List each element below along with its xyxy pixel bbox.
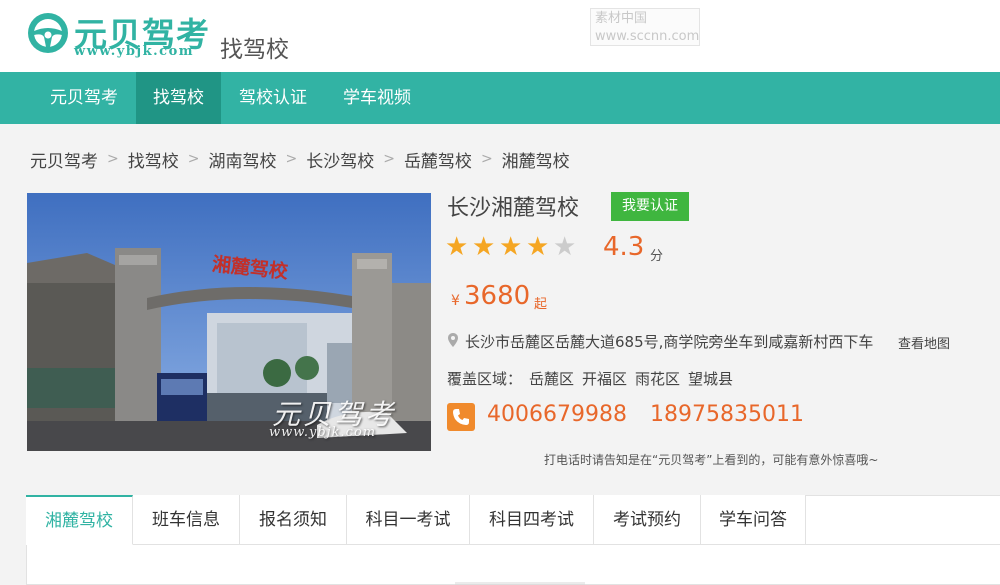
breadcrumb-current[interactable]: 湘麓驾校 (502, 147, 570, 172)
chevron-right-icon: > (383, 151, 395, 167)
watermark-line1: 素材中国 (595, 11, 648, 26)
tab-bar-divider (806, 544, 1000, 545)
breadcrumb-item[interactable]: 元贝驾考 (30, 147, 98, 172)
watermark-line2: www.sccnn.com (595, 29, 700, 44)
chevron-right-icon: > (107, 151, 119, 167)
breadcrumb-item[interactable]: 岳麓驾校 (404, 147, 472, 172)
nav-item-home[interactable]: 元贝驾考 (32, 72, 136, 124)
tab-qa[interactable]: 学车问答 (701, 495, 806, 545)
coverage-label: 覆盖区域： (447, 370, 523, 388)
coverage-areas: 岳麓区 开福区 雨花区 望城县 (529, 368, 741, 389)
nav-item-videos[interactable]: 学车视频 (325, 72, 429, 124)
address: 长沙市岳麓区岳麓大道685号,商学院旁坐车到咸嘉新村西下车 (465, 333, 874, 351)
nav-item-find-school[interactable]: 找驾校 (136, 72, 221, 124)
tab-bar: 湘麓驾校 班车信息 报名须知 科目一考试 科目四考试 考试预约 学车问答 (26, 495, 806, 545)
price-suffix: 起 (534, 297, 548, 312)
chevron-right-icon: > (187, 151, 200, 167)
tab-school[interactable]: 湘麓驾校 (26, 495, 133, 545)
nav-item-certification[interactable]: 驾校认证 (221, 72, 325, 124)
site-logo[interactable]: 元贝驾考 www.ybjk.com (24, 8, 209, 64)
rating-score: 4.3 (603, 232, 645, 262)
tab-enrollment[interactable]: 报名须知 (240, 495, 347, 545)
school-name: 长沙湘麓驾校 (447, 196, 580, 221)
phone-number-secondary[interactable]: 18975835011 (650, 402, 804, 427)
star-icon: ★ (526, 232, 550, 262)
star-icon: ★ (472, 232, 496, 262)
watermark: 素材中国 www.sccnn.com (590, 8, 700, 46)
view-map-link[interactable]: 查看地图 (898, 333, 950, 352)
section-title: 找驾校 (220, 37, 289, 63)
tab-subject-four[interactable]: 科目四考试 (470, 495, 594, 545)
coverage-area: 岳麓区 (529, 370, 575, 388)
tab-shuttle[interactable]: 班车信息 (133, 495, 240, 545)
coverage-area: 望城县 (688, 370, 734, 388)
photo-watermark-url: www.ybjk.com (269, 425, 377, 440)
rating-stars: ★ ★ ★ ★ ★ (445, 232, 580, 262)
coverage-area: 雨花区 (635, 370, 681, 388)
breadcrumb: 元贝驾考 > 找驾校 > 湖南驾校 > 长沙驾校 > 岳麓驾校 > 湘麓驾校 (30, 146, 570, 172)
phone-number-primary[interactable]: 4006679988 (487, 402, 627, 427)
main-nav: 元贝驾考 找驾校 驾校认证 学车视频 (0, 72, 1000, 124)
school-photo: 湘麓驾校 元贝驾考 www.ybjk.com (27, 193, 431, 451)
coverage-area: 开福区 (582, 370, 628, 388)
breadcrumb-item[interactable]: 湖南驾校 (208, 147, 276, 172)
star-icon: ★ (445, 232, 469, 262)
certify-button[interactable]: 我要认证 (611, 192, 689, 221)
star-icon: ★ (553, 232, 577, 262)
price: 3680 (464, 281, 531, 311)
tab-exam-booking[interactable]: 考试预约 (594, 495, 701, 545)
star-icon: ★ (499, 232, 523, 262)
rating-unit: 分 (650, 249, 664, 264)
breadcrumb-item[interactable]: 找驾校 (128, 147, 179, 172)
phone-icon (447, 403, 475, 431)
price-currency: ¥ (451, 293, 460, 309)
chevron-right-icon: > (480, 151, 493, 167)
chevron-right-icon: > (285, 151, 298, 167)
call-tip: 打电话时请告知是在“元贝驾考”上看到的，可能有意外惊喜哦~ (544, 453, 879, 467)
site-header: 元贝驾考 www.ybjk.com 找驾校 素材中国 www.sccnn.com (0, 0, 1000, 72)
breadcrumb-item[interactable]: 长沙驾校 (306, 147, 374, 172)
steering-wheel-icon (28, 13, 68, 53)
logo-url: www.ybjk.com (74, 44, 195, 59)
map-pin-icon (448, 333, 458, 347)
tab-content-peek (455, 576, 585, 585)
tab-subject-one[interactable]: 科目一考试 (347, 495, 470, 545)
